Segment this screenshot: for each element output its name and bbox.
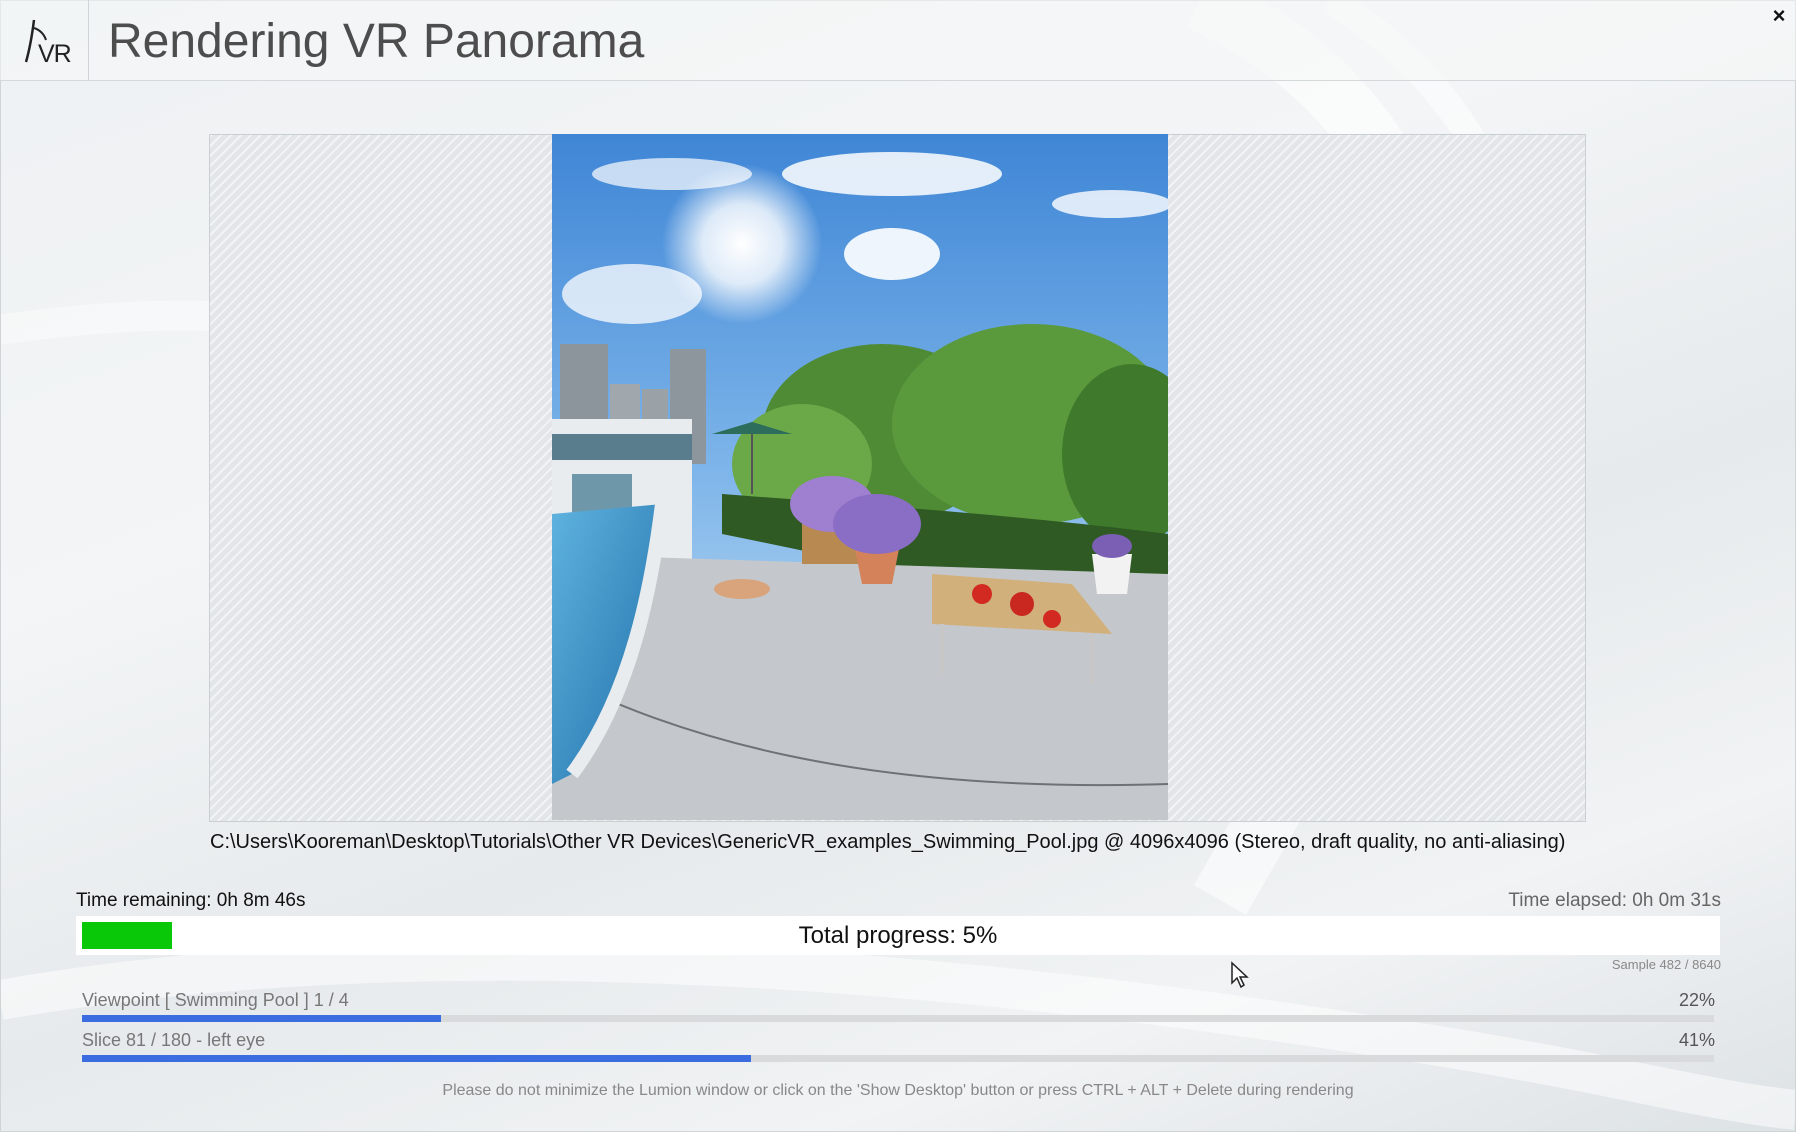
viewpoint-progress-fill bbox=[82, 1015, 441, 1022]
time-elapsed: Time elapsed: 0h 0m 31s bbox=[1508, 890, 1721, 911]
time-remaining: Time remaining: 0h 8m 46s bbox=[76, 890, 306, 911]
sample-counter: Sample 482 / 8640 bbox=[1611, 957, 1721, 972]
rendering-notice: Please do not minimize the Lumion window… bbox=[442, 1082, 1354, 1099]
mouse-cursor-icon bbox=[1231, 961, 1249, 989]
viewpoint-label: Viewpoint [ Swimming Pool ] 1 / 4 bbox=[82, 990, 349, 1010]
total-progress-label: Total progress: 5% bbox=[798, 922, 998, 949]
panorama-scene bbox=[552, 134, 1168, 820]
slice-percent: 41% bbox=[1678, 1030, 1715, 1050]
total-progress-bar: Total progress: 5% bbox=[76, 916, 1720, 955]
close-icon[interactable]: × bbox=[1768, 4, 1790, 28]
file-info-text: C:\Users\Kooreman\Desktop\Tutorials\Othe… bbox=[210, 831, 1566, 853]
panorama-preview-image bbox=[552, 134, 1168, 820]
title-bar: VR Rendering VR Panorama × bbox=[0, 0, 1796, 81]
window-title: Rendering VR Panorama bbox=[108, 15, 645, 68]
viewpoint-percent: 22% bbox=[1678, 990, 1715, 1010]
viewpoint-progress-bar bbox=[82, 1015, 1714, 1022]
slice-progress-bar bbox=[82, 1055, 1714, 1062]
logo-text: VR bbox=[38, 40, 72, 68]
slice-progress-fill bbox=[82, 1055, 751, 1062]
vr-logo: VR bbox=[0, 0, 89, 80]
slice-label: Slice 81 / 180 - left eye bbox=[82, 1030, 266, 1050]
